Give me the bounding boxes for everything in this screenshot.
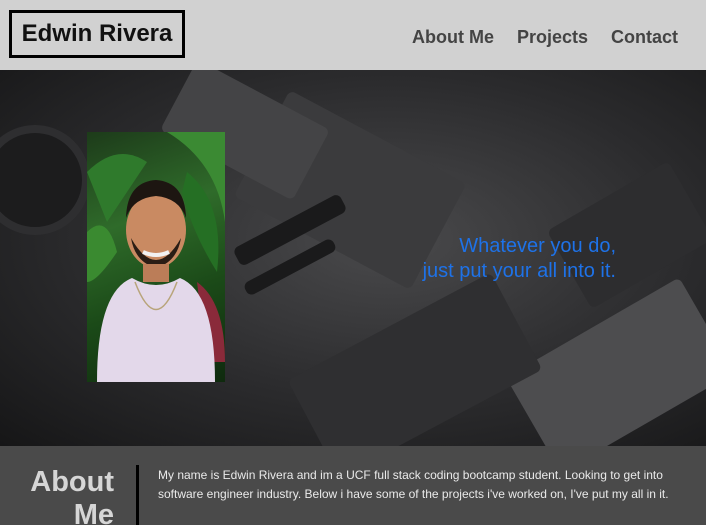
about-heading-line-1: About [30, 466, 114, 498]
profile-photo [87, 132, 225, 382]
hero-quote: Whatever you do, just put your all into … [350, 234, 616, 284]
hero-quote-line-1: Whatever you do, [459, 235, 616, 257]
site-header: Edwin Rivera About Me Projects Contact [0, 0, 706, 70]
nav-about-me[interactable]: About Me [412, 27, 494, 48]
nav-projects[interactable]: Projects [517, 27, 588, 48]
brand-logo[interactable]: Edwin Rivera [9, 10, 185, 58]
hero-banner: Whatever you do, just put your all into … [0, 70, 706, 446]
profile-photo-illustration [87, 132, 225, 382]
nav-contact[interactable]: Contact [611, 27, 678, 48]
about-heading-line-2: Me [73, 499, 114, 525]
bg-plate-shape [287, 272, 543, 446]
main-nav: About Me Projects Contact [412, 27, 678, 48]
about-section: About Me My name is Edwin Rivera and im … [0, 446, 706, 525]
about-divider [136, 465, 139, 525]
about-heading: About Me [14, 466, 114, 525]
bg-round-shape [0, 125, 90, 235]
about-paragraph: My name is Edwin Rivera and im a UCF ful… [158, 468, 669, 501]
hero-quote-line-2: just put your all into it. [422, 260, 616, 282]
